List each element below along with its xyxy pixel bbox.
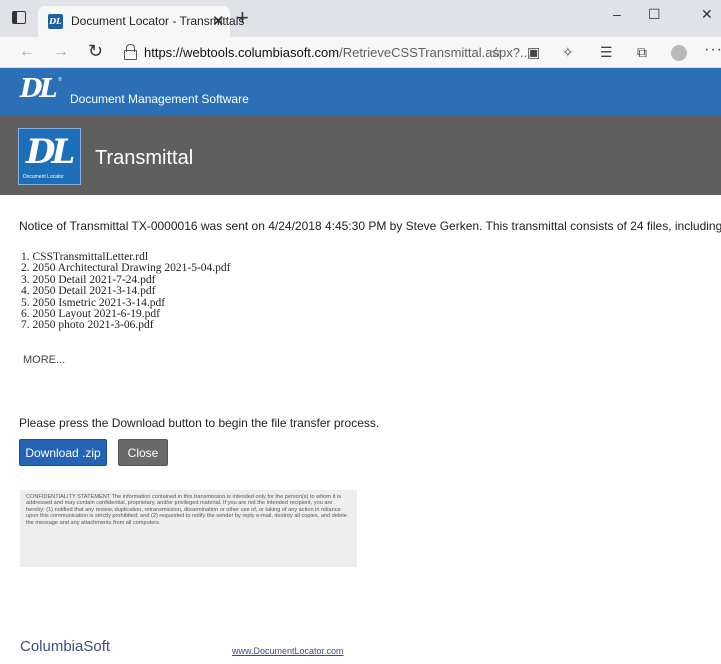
collections-icon[interactable]: ⧉	[637, 44, 647, 61]
download-zip-button[interactable]: Download .zip	[19, 439, 107, 466]
close-button[interactable]: Close	[118, 439, 168, 466]
close-window-button[interactable]: ✕	[701, 6, 713, 23]
tab-actions-icon[interactable]	[12, 11, 26, 24]
tab-favicon-icon: DL	[48, 14, 63, 29]
logo-mark: DL	[26, 132, 75, 172]
shield-icon[interactable]: ▣	[527, 44, 540, 61]
forward-icon[interactable]: →	[53, 43, 69, 61]
close-tab-icon[interactable]: ✕	[212, 12, 225, 30]
trademark-mark: ®	[58, 77, 62, 83]
refresh-icon[interactable]: ↻	[88, 41, 103, 62]
logo-caption: Document Locator	[23, 174, 64, 180]
document-locator-logo: DL Document Locator	[18, 128, 81, 185]
document-locator-link[interactable]: www.DocumentLocator.com	[232, 646, 344, 656]
minimize-button[interactable]: –	[613, 6, 621, 22]
transmittal-notice: Notice of Transmittal TX-0000016 was sen…	[19, 219, 721, 233]
maximize-button[interactable]: ☐	[648, 6, 661, 23]
more-files-link[interactable]: MORE...	[23, 354, 65, 366]
favorites-list-icon[interactable]: ☰	[600, 44, 613, 61]
dl-logo: DL	[20, 74, 58, 104]
file-list-item: 4. 2050 Detail 2021-3-14.pdf	[21, 285, 156, 298]
browser-tab[interactable]: DL Document Locator - Transmittals ✕	[38, 6, 244, 37]
address-bar: ← → ↻ https://webtools.columbiasoft.com/…	[0, 37, 721, 68]
product-name: Document Management Software	[70, 92, 249, 106]
brand-bar: DL ® Document Management Software	[0, 68, 721, 116]
confidentiality-statement: CONFIDENTIALITY STATEMENT The informatio…	[20, 490, 357, 567]
browser-tab-strip: DL Document Locator - Transmittals ✕ + –…	[0, 0, 721, 37]
lock-icon[interactable]	[124, 44, 137, 60]
file-list: 1. CSSTransmittalLetter.rdl 2. 2050 Arch…	[21, 251, 231, 332]
page-title: Transmittal	[95, 147, 194, 169]
file-list-item: 7. 2050 photo 2021-3-06.pdf	[21, 319, 154, 332]
download-instructions: Please press the Download button to begi…	[19, 416, 380, 430]
title-bar: DL Document Locator Transmittal	[0, 116, 721, 195]
columbiasoft-logo: ColumbiaSoft	[20, 638, 111, 655]
favorite-icon[interactable]: ☆	[490, 44, 503, 61]
new-tab-button[interactable]: +	[236, 5, 249, 31]
more-icon[interactable]: ···	[704, 41, 721, 59]
back-icon[interactable]: ←	[19, 43, 35, 61]
extensions-icon[interactable]: ✧	[562, 44, 574, 61]
profile-icon[interactable]	[671, 45, 687, 61]
url-host: https://webtools.columbiasoft.com	[144, 45, 340, 60]
url-field[interactable]: https://webtools.columbiasoft.com/Retrie…	[144, 45, 531, 60]
